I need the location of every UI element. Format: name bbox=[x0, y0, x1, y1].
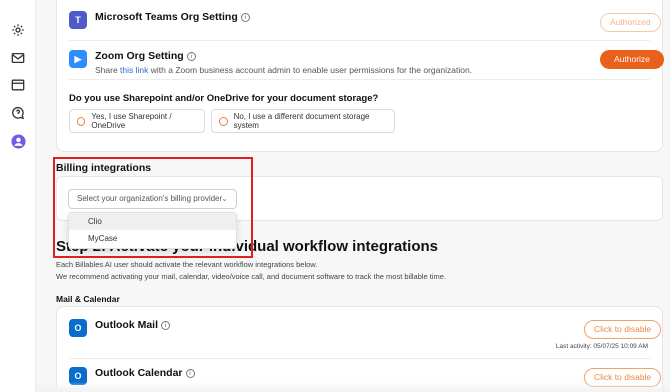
sharepoint-question: Do you use Sharepoint and/or OneDrive fo… bbox=[69, 93, 379, 104]
zoom-share-link[interactable]: this link bbox=[120, 65, 148, 75]
outlook-icon: O bbox=[69, 319, 87, 337]
info-icon[interactable]: i bbox=[185, 369, 195, 378]
step2-recommendation: We recommend activating your mail, calen… bbox=[56, 272, 447, 281]
user-avatar-icon[interactable] bbox=[10, 133, 26, 149]
zoom-authorize-button[interactable]: Authorize bbox=[600, 50, 664, 69]
zoom-row: ▶ Zoom Org Setting i Share this link with… bbox=[69, 50, 650, 75]
outlook-calendar-title: Outlook Calendar bbox=[95, 367, 183, 379]
info-icon[interactable]: i bbox=[186, 52, 196, 61]
divider bbox=[69, 79, 650, 80]
mail-calendar-title: Mail & Calendar bbox=[56, 294, 120, 304]
mail-calendar-card: O Outlook Mail i Click to disable Last ac… bbox=[56, 306, 663, 392]
radio-icon bbox=[77, 116, 86, 126]
radio-icon bbox=[219, 116, 228, 126]
info-icon[interactable]: i bbox=[240, 13, 250, 22]
divider bbox=[69, 358, 650, 359]
step2-description: Each Billables AI user should activate t… bbox=[56, 260, 318, 269]
bottom-fade bbox=[36, 382, 670, 392]
gear-icon[interactable] bbox=[10, 22, 26, 38]
highlight-box bbox=[53, 157, 253, 258]
teams-authorized-button[interactable]: Authorized bbox=[600, 13, 661, 32]
teams-row: T Microsoft Teams Org Setting i bbox=[69, 11, 650, 29]
zoom-title: Zoom Org Setting bbox=[95, 50, 184, 62]
info-icon[interactable]: i bbox=[161, 321, 170, 330]
org-integrations-card: T Microsoft Teams Org Setting i Authorize… bbox=[56, 0, 664, 152]
chat-help-icon[interactable] bbox=[10, 105, 26, 121]
outlook-mail-last-activity: Last activity: 05/07/25 10:09 AM bbox=[555, 343, 648, 350]
mail-icon[interactable] bbox=[10, 50, 26, 66]
microsoft-teams-icon: T bbox=[69, 11, 87, 29]
sharepoint-no-option[interactable]: No, I use a different document storage s… bbox=[211, 109, 395, 133]
sharepoint-yes-option[interactable]: Yes, I use Sharepoint / OneDrive bbox=[69, 109, 205, 133]
outlook-mail-disable-button[interactable]: Click to disable bbox=[584, 320, 662, 339]
zoom-icon: ▶ bbox=[69, 50, 87, 68]
outlook-mail-row: O Outlook Mail i bbox=[69, 319, 650, 337]
outlook-mail-title: Outlook Mail bbox=[95, 319, 158, 331]
window-icon[interactable] bbox=[10, 77, 26, 93]
teams-title: Microsoft Teams Org Setting bbox=[95, 11, 238, 23]
divider bbox=[69, 40, 650, 41]
zoom-description: Share this link with a Zoom business acc… bbox=[95, 65, 473, 75]
left-nav-rail bbox=[0, 0, 36, 392]
